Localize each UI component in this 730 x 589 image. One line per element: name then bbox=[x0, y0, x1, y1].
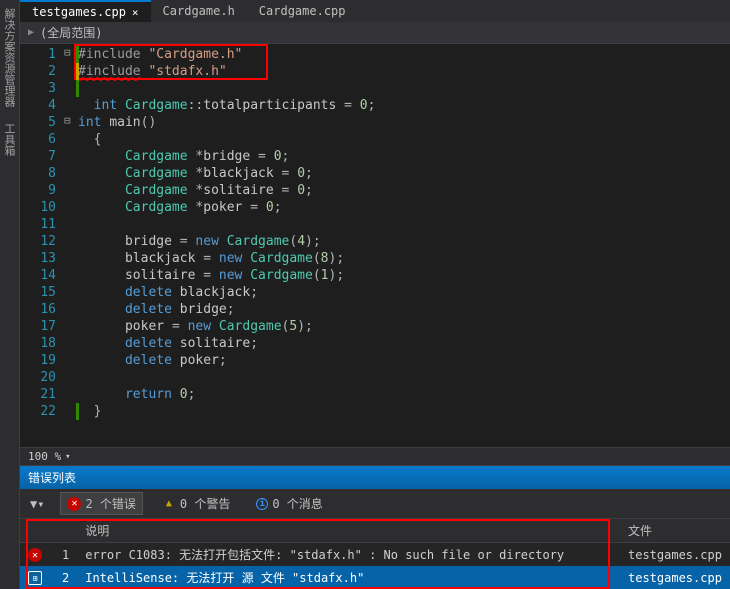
code-line[interactable]: delete poker; bbox=[78, 352, 730, 369]
sidebar: 解决方案资源管理器 工具箱 bbox=[0, 0, 20, 589]
chevron-right-icon: ▶ bbox=[28, 27, 34, 38]
error-icon: ✕ bbox=[67, 497, 81, 511]
filter-icon[interactable]: ▼▾ bbox=[26, 497, 48, 511]
tab-Cardgame-h[interactable]: Cardgame.h bbox=[151, 0, 247, 22]
filter-errors-label: 2 个错误 bbox=[85, 495, 135, 512]
fold-column[interactable]: ⊟⊟ bbox=[64, 44, 78, 447]
code-line[interactable]: #include "stdafx.h" bbox=[78, 63, 730, 80]
info-icon: i bbox=[256, 498, 268, 510]
filter-messages-label: 0 个消息 bbox=[272, 495, 322, 512]
intellisense-icon: ⊞ bbox=[28, 571, 42, 585]
error-filters: ▼▾ ✕ 2 个错误 ▲ 0 个警告 i 0 个消息 bbox=[20, 489, 730, 519]
error-list-title[interactable]: 错误列表 bbox=[20, 466, 730, 489]
sidebar-tab-solution-explorer[interactable]: 解决方案资源管理器 bbox=[0, 0, 19, 115]
tab-label: testgames.cpp bbox=[32, 5, 126, 19]
code-line[interactable]: Cardgame *solitaire = 0; bbox=[78, 182, 730, 199]
tab-label: Cardgame.h bbox=[163, 4, 235, 18]
code-line[interactable]: int Cardgame::totalparticipants = 0; bbox=[78, 97, 730, 114]
error-list-panel: 错误列表 ▼▾ ✕ 2 个错误 ▲ 0 个警告 i 0 个消息 bbox=[20, 465, 730, 589]
code-line[interactable]: Cardgame *blackjack = 0; bbox=[78, 165, 730, 182]
filter-errors[interactable]: ✕ 2 个错误 bbox=[60, 492, 142, 515]
code-line[interactable]: return 0; bbox=[78, 386, 730, 403]
scope-label: (全局范围) bbox=[40, 24, 102, 41]
error-description: error C1083: 无法打开包括文件: "stdafx.h" : No s… bbox=[77, 543, 620, 567]
line-number-gutter: 12345678910111213141516171819202122 bbox=[20, 44, 64, 447]
chevron-down-icon[interactable]: ▾ bbox=[65, 452, 70, 462]
column-description[interactable]: 说明 bbox=[77, 519, 620, 543]
code-line[interactable]: #include "Cardgame.h" bbox=[78, 46, 730, 63]
filter-warnings[interactable]: ▲ 0 个警告 bbox=[155, 492, 237, 515]
zoom-level: 100 % bbox=[28, 450, 61, 463]
error-row[interactable]: ✕1error C1083: 无法打开包括文件: "stdafx.h" : No… bbox=[20, 543, 730, 567]
filter-messages[interactable]: i 0 个消息 bbox=[249, 492, 329, 515]
code-line[interactable]: poker = new Cardgame(5); bbox=[78, 318, 730, 335]
editor-tabs: testgames.cpp × Cardgame.h Cardgame.cpp bbox=[20, 0, 730, 22]
zoom-bar[interactable]: 100 % ▾ bbox=[20, 447, 730, 465]
code-line[interactable] bbox=[78, 80, 730, 97]
code-line[interactable]: delete solitaire; bbox=[78, 335, 730, 352]
tab-label: Cardgame.cpp bbox=[259, 4, 346, 18]
code-line[interactable]: Cardgame *poker = 0; bbox=[78, 199, 730, 216]
code-line[interactable]: Cardgame *bridge = 0; bbox=[78, 148, 730, 165]
code-line[interactable]: solitaire = new Cardgame(1); bbox=[78, 267, 730, 284]
error-file: testgames.cpp bbox=[620, 566, 730, 589]
error-file: testgames.cpp bbox=[620, 543, 730, 567]
close-icon[interactable]: × bbox=[132, 6, 139, 19]
tab-testgames-cpp[interactable]: testgames.cpp × bbox=[20, 0, 151, 22]
code-line[interactable]: int main() bbox=[78, 114, 730, 131]
warning-icon: ▲ bbox=[162, 497, 176, 511]
tab-Cardgame-cpp[interactable]: Cardgame.cpp bbox=[247, 0, 358, 22]
error-row[interactable]: ⊞2IntelliSense: 无法打开 源 文件 "stdafx.h"test… bbox=[20, 566, 730, 589]
code-area[interactable]: #include "Cardgame.h"#include "stdafx.h"… bbox=[78, 44, 730, 447]
error-description: IntelliSense: 无法打开 源 文件 "stdafx.h" bbox=[77, 566, 620, 589]
code-line[interactable]: { bbox=[78, 131, 730, 148]
error-icon: ✕ bbox=[28, 548, 42, 562]
scope-bar[interactable]: ▶ (全局范围) bbox=[20, 22, 730, 44]
code-line[interactable] bbox=[78, 216, 730, 233]
code-line[interactable]: bridge = new Cardgame(4); bbox=[78, 233, 730, 250]
highlight-box-errors: 说明 文件 ✕1error C1083: 无法打开包括文件: "stdafx.h… bbox=[20, 519, 730, 589]
code-line[interactable]: delete blackjack; bbox=[78, 284, 730, 301]
sidebar-tab-toolbox[interactable]: 工具箱 bbox=[0, 115, 19, 164]
code-line[interactable]: } bbox=[78, 403, 730, 420]
filter-warnings-label: 0 个警告 bbox=[180, 495, 230, 512]
code-line[interactable]: blackjack = new Cardgame(8); bbox=[78, 250, 730, 267]
code-line[interactable] bbox=[78, 369, 730, 386]
column-file[interactable]: 文件 bbox=[620, 519, 730, 543]
code-line[interactable]: delete bridge; bbox=[78, 301, 730, 318]
error-table: 说明 文件 ✕1error C1083: 无法打开包括文件: "stdafx.h… bbox=[20, 519, 730, 589]
code-editor[interactable]: 12345678910111213141516171819202122 ⊟⊟ #… bbox=[20, 44, 730, 447]
